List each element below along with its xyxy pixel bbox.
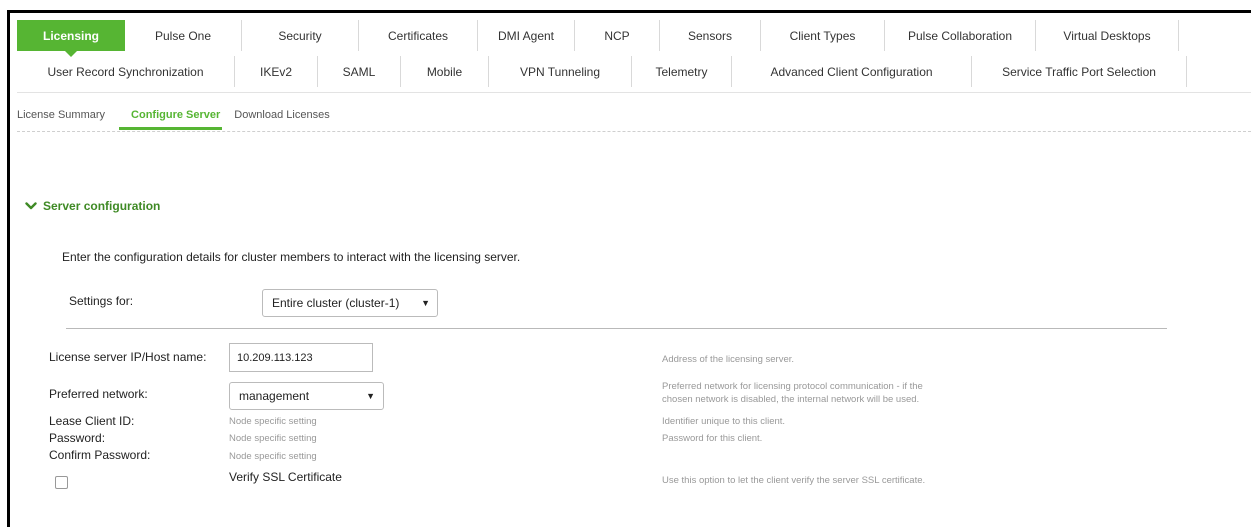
password-label: Password: [49, 431, 106, 445]
section-separator [66, 328, 1167, 329]
network-help-line-1: Preferred network for licensing protocol… [662, 381, 923, 392]
tab-security[interactable]: Security [242, 20, 359, 51]
server-configuration-toggle[interactable]: Server configuration [25, 199, 160, 213]
tab-client-types[interactable]: Client Types [761, 20, 885, 51]
settings-for-label: Settings for: [69, 294, 134, 308]
ip-label: License server IP/Host name: [49, 350, 207, 364]
settings-for-value: Entire cluster (cluster-1) [272, 296, 400, 310]
settings-for-select[interactable]: Entire cluster (cluster-1) ▼ [262, 289, 438, 317]
preferred-network-select[interactable]: management ▼ [229, 382, 384, 410]
subtab-download-licenses[interactable]: Download Licenses [234, 106, 329, 130]
tab-virtual-desktops[interactable]: Virtual Desktops [1036, 20, 1179, 51]
dropdown-arrow-icon: ▼ [421, 298, 430, 308]
section-title: Server configuration [43, 199, 161, 213]
window-border-top [7, 10, 1251, 13]
tab-dmi-agent[interactable]: DMI Agent [478, 20, 575, 51]
tab-certificates[interactable]: Certificates [359, 20, 478, 51]
intro-text: Enter the configuration details for clus… [62, 250, 521, 264]
network-help-line-2: chosen network is disabled, the internal… [662, 394, 920, 405]
tab-saml[interactable]: SAML [318, 56, 401, 87]
dropdown-arrow-icon: ▼ [366, 391, 375, 401]
tab-sensors[interactable]: Sensors [660, 20, 761, 51]
confirm-password-label: Confirm Password: [49, 448, 151, 462]
tab-bar-row-1: Licensing Pulse One Security Certificate… [17, 20, 1179, 57]
subtab-divider [17, 131, 1251, 132]
network-label: Preferred network: [49, 387, 148, 401]
lease-client-id-value: Node specific setting [229, 416, 317, 427]
tab-mobile[interactable]: Mobile [401, 56, 489, 87]
subtab-configure-server[interactable]: Configure Server [119, 106, 223, 130]
tab-divider [17, 92, 1251, 93]
tab-bar-row-2: User Record Synchronization IKEv2 SAML M… [17, 56, 1187, 87]
chevron-down-icon [25, 202, 37, 210]
confirm-password-value: Node specific setting [229, 451, 317, 462]
tab-vpn-tunneling[interactable]: VPN Tunneling [489, 56, 632, 87]
tab-pulse-collaboration[interactable]: Pulse Collaboration [885, 20, 1036, 51]
tab-ncp[interactable]: NCP [575, 20, 660, 51]
license-server-ip-input[interactable] [229, 343, 373, 372]
subtab-bar: License Summary Configure Server Downloa… [17, 106, 354, 130]
verify-ssl-checkbox[interactable] [55, 476, 68, 489]
password-value: Node specific setting [229, 433, 317, 444]
window-border-left [7, 10, 10, 527]
password-help: Password for this client. [662, 433, 763, 444]
tab-service-traffic-port-selection[interactable]: Service Traffic Port Selection [972, 56, 1187, 87]
tab-advanced-client-configuration[interactable]: Advanced Client Configuration [732, 56, 972, 87]
tab-licensing[interactable]: Licensing [17, 20, 125, 57]
preferred-network-value: management [239, 389, 310, 403]
app-window: Licensing Pulse One Security Certificate… [0, 0, 1251, 527]
tab-user-record-synchronization[interactable]: User Record Synchronization [17, 56, 235, 87]
tab-telemetry[interactable]: Telemetry [632, 56, 732, 87]
verify-help: Use this option to let the client verify… [662, 475, 926, 486]
tab-ikev2[interactable]: IKEv2 [235, 56, 318, 87]
tab-pulse-one[interactable]: Pulse One [125, 20, 242, 51]
lease-client-id-label: Lease Client ID: [49, 414, 135, 428]
lease-help: Identifier unique to this client. [662, 416, 786, 427]
verify-ssl-label: Verify SSL Certificate [229, 470, 342, 484]
ip-help: Address of the licensing server. [662, 354, 795, 365]
subtab-license-summary[interactable]: License Summary [17, 106, 105, 130]
